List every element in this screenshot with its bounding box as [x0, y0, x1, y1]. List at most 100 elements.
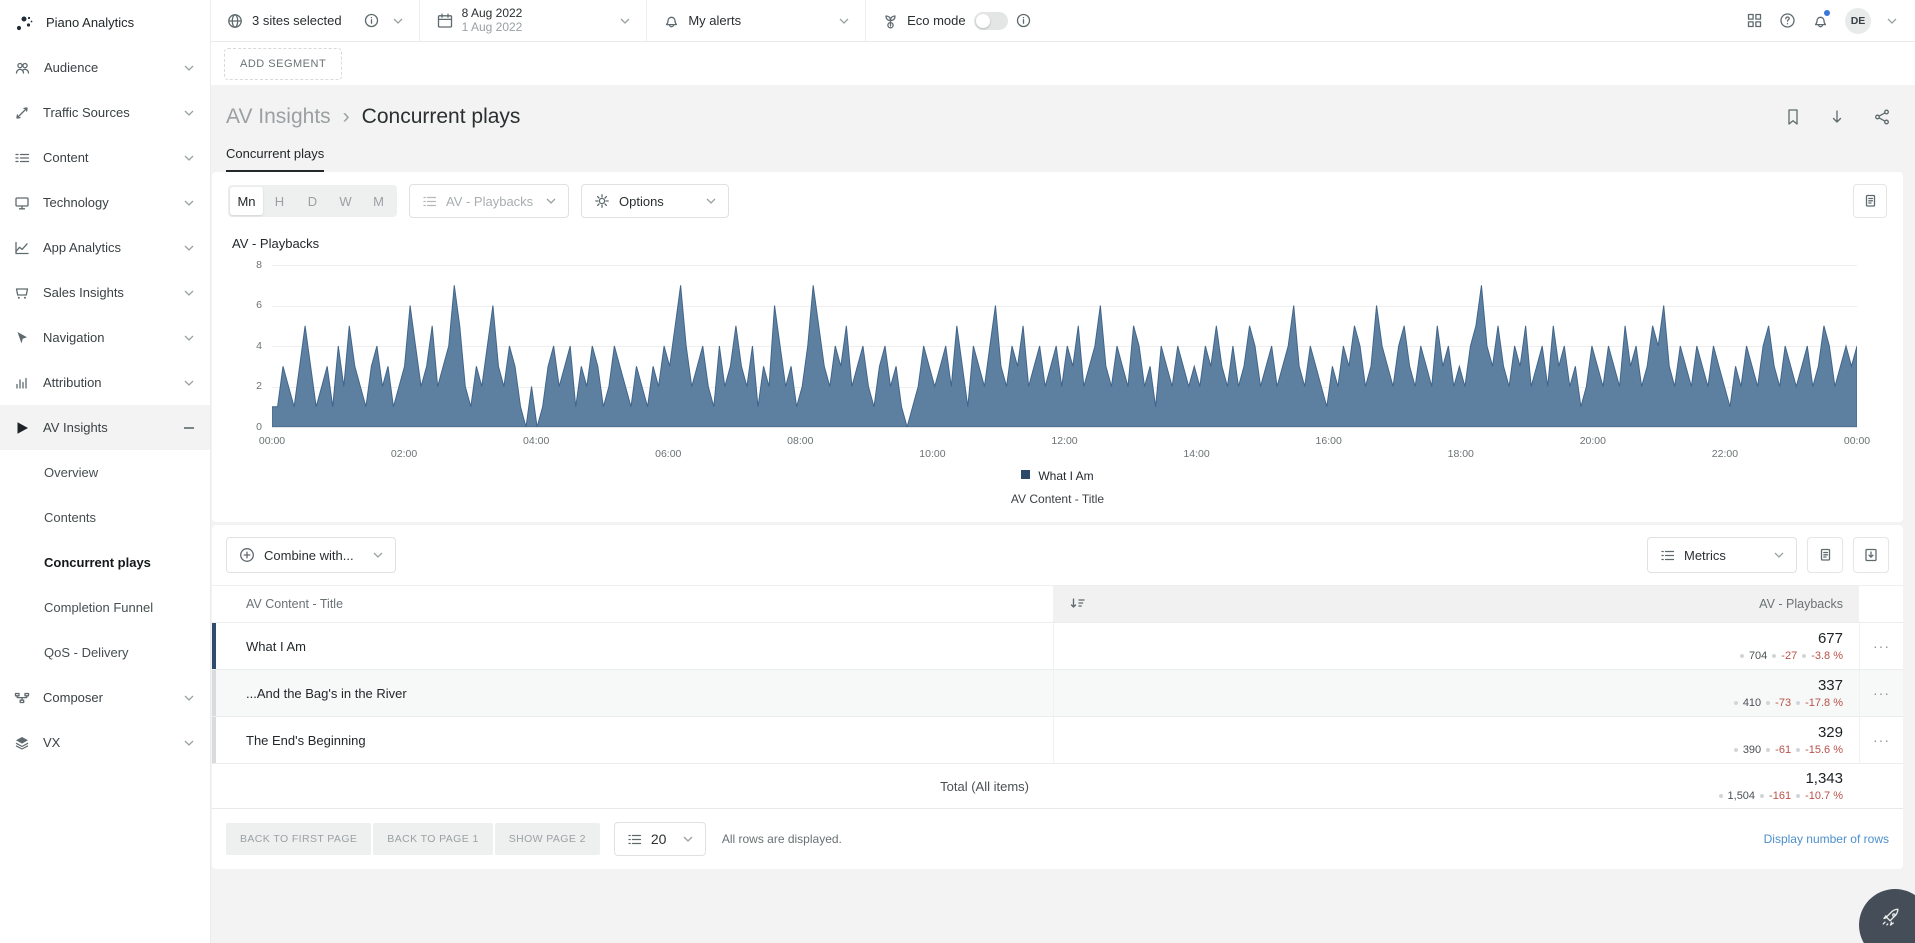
- chart-metric-select[interactable]: AV - Playbacks: [409, 184, 569, 218]
- collapse-icon: [184, 427, 194, 429]
- metric-value: 329: [1054, 724, 1843, 741]
- show-page-2-button[interactable]: SHOW PAGE 2: [495, 823, 600, 855]
- sidebar-item-concurrent-plays[interactable]: Concurrent plays: [0, 540, 210, 585]
- technology-icon: [14, 195, 30, 211]
- options-button[interactable]: Options: [581, 184, 729, 218]
- sort-desc-icon[interactable]: [1069, 597, 1085, 611]
- bell-icon: [663, 12, 680, 29]
- date-range-end: 1 Aug 2022: [462, 21, 523, 35]
- segment-bar: ADD SEGMENT: [210, 42, 1915, 85]
- back-to-page-1-button[interactable]: BACK TO PAGE 1: [373, 823, 492, 855]
- row-menu-button[interactable]: ···: [1859, 623, 1903, 669]
- sidebar-item-audience[interactable]: Audience: [0, 45, 210, 90]
- table-download-button[interactable]: [1853, 537, 1889, 573]
- my-alerts-label: My alerts: [688, 13, 741, 28]
- table-row[interactable]: What I Am 677 704-27-3.8 % ···: [212, 622, 1903, 669]
- calendar-icon: [436, 12, 454, 30]
- sidebar-item-sales-insights[interactable]: Sales Insights: [0, 270, 210, 315]
- date-range-start: 8 Aug 2022: [462, 7, 523, 21]
- sidebar-item-contents[interactable]: Contents: [0, 495, 210, 540]
- chevron-down-icon: [184, 380, 194, 386]
- chevron-down-icon: [706, 198, 716, 204]
- date-range-picker[interactable]: 8 Aug 2022 1 Aug 2022: [420, 0, 648, 41]
- sidebar-item-technology[interactable]: Technology: [0, 180, 210, 225]
- display-number-of-rows-link[interactable]: Display number of rows: [1764, 832, 1889, 846]
- download-icon[interactable]: [1829, 108, 1845, 126]
- tab-concurrent-plays[interactable]: Concurrent plays: [226, 146, 324, 172]
- legend-series-name: What I Am: [1038, 469, 1093, 483]
- info-icon: [364, 13, 379, 28]
- chevron-down-icon: [546, 198, 556, 204]
- rows-per-page-select[interactable]: 20: [614, 822, 706, 856]
- apps-grid-icon[interactable]: [1746, 12, 1763, 29]
- sidebar-item-app-analytics[interactable]: App Analytics: [0, 225, 210, 270]
- sidebar-item-traffic-sources[interactable]: Traffic Sources: [0, 90, 210, 135]
- sidebar-item-overview[interactable]: Overview: [0, 450, 210, 495]
- chevron-down-icon: [1774, 552, 1784, 558]
- user-avatar[interactable]: DE: [1845, 8, 1871, 34]
- chevron-down-icon: [184, 695, 194, 701]
- sidebar-item-completion-funnel[interactable]: Completion Funnel: [0, 585, 210, 630]
- granularity-day-button[interactable]: D: [296, 187, 329, 215]
- chevron-down-icon: [184, 65, 194, 71]
- sidebar-item-av-insights[interactable]: AV Insights: [0, 405, 210, 450]
- sidebar-item-qos-delivery[interactable]: QoS - Delivery: [0, 630, 210, 675]
- sidebar-item-attribution[interactable]: Attribution: [0, 360, 210, 405]
- site-selector[interactable]: 3 sites selected: [210, 0, 420, 41]
- table-row[interactable]: The End's Beginning 329 390-61-15.6 % ··…: [212, 716, 1903, 763]
- value-pct: -15.6 %: [1805, 744, 1843, 756]
- info-icon: [1016, 13, 1031, 28]
- globe-icon: [226, 12, 244, 30]
- table-total-row: Total (All items) 1,343 1,504-161-10.7 %: [212, 763, 1903, 808]
- granularity-hour-button[interactable]: H: [263, 187, 296, 215]
- table-row[interactable]: ...And the Bag's in the River 337 410-73…: [212, 669, 1903, 716]
- eco-mode-toggle[interactable]: [974, 12, 1008, 30]
- row-menu-button[interactable]: ···: [1859, 670, 1903, 716]
- dimension-column-header[interactable]: AV Content - Title: [212, 597, 1053, 611]
- eco-mode-control: Eco mode: [866, 0, 1047, 41]
- topbar: 3 sites selected 8 Aug 2022 1 Aug 2022 M…: [210, 0, 1915, 42]
- table-report-button[interactable]: [1807, 537, 1843, 573]
- list-icon: [627, 832, 642, 847]
- sales-insights-icon: [14, 285, 30, 301]
- chart-legend[interactable]: What I Am: [228, 469, 1887, 483]
- sidebar-item-composer[interactable]: Composer: [0, 675, 210, 720]
- my-alerts-selector[interactable]: My alerts: [647, 0, 866, 41]
- row-menu-button[interactable]: ···: [1859, 717, 1903, 763]
- y-tick: 0: [236, 421, 262, 433]
- concurrent-plays-area-chart: 8 6 4 2 0: [272, 265, 1857, 427]
- total-value: 1,343: [1053, 770, 1843, 787]
- sidebar-item-navigation[interactable]: Navigation: [0, 315, 210, 360]
- granularity-minute-button[interactable]: Mn: [230, 187, 263, 215]
- back-to-first-page-button[interactable]: BACK TO FIRST PAGE: [226, 823, 371, 855]
- previous-value: 390: [1743, 744, 1761, 756]
- chart-export-button[interactable]: [1853, 184, 1887, 218]
- breadcrumb-section[interactable]: AV Insights: [226, 105, 331, 128]
- sidebar-item-vx[interactable]: VX: [0, 720, 210, 765]
- share-icon[interactable]: [1873, 108, 1891, 126]
- notifications-bell-icon[interactable]: [1812, 12, 1829, 29]
- chevron-down-icon: [184, 740, 194, 746]
- metrics-select[interactable]: Metrics: [1647, 537, 1797, 573]
- navigation-icon: [14, 330, 30, 346]
- granularity-month-button[interactable]: M: [362, 187, 395, 215]
- topbar-right: DE: [1730, 0, 1915, 41]
- add-segment-button[interactable]: ADD SEGMENT: [224, 48, 342, 80]
- rocket-icon: [1880, 921, 1910, 929]
- granularity-week-button[interactable]: W: [329, 187, 362, 215]
- combine-with-button[interactable]: Combine with...: [226, 537, 396, 573]
- metric-column-header[interactable]: AV - Playbacks: [1053, 586, 1859, 622]
- value-diff: -27: [1781, 650, 1797, 662]
- table-header: AV Content - Title AV - Playbacks: [212, 585, 1903, 622]
- chevron-down-icon: [373, 552, 383, 558]
- x-axis-labels: 00:00 02:00 04:00 06:00 08:00 10:00 12:0…: [272, 433, 1857, 467]
- composer-icon: [14, 690, 30, 706]
- help-icon[interactable]: [1779, 12, 1796, 29]
- sidebar-item-content[interactable]: Content: [0, 135, 210, 180]
- eco-leaf-icon: [882, 12, 899, 29]
- bookmark-icon[interactable]: [1785, 108, 1801, 126]
- metric-value: 337: [1054, 677, 1843, 694]
- granularity-control: Mn H D W M: [228, 185, 397, 217]
- chevron-down-icon: [184, 110, 194, 116]
- app-logo[interactable]: Piano Analytics: [0, 0, 210, 45]
